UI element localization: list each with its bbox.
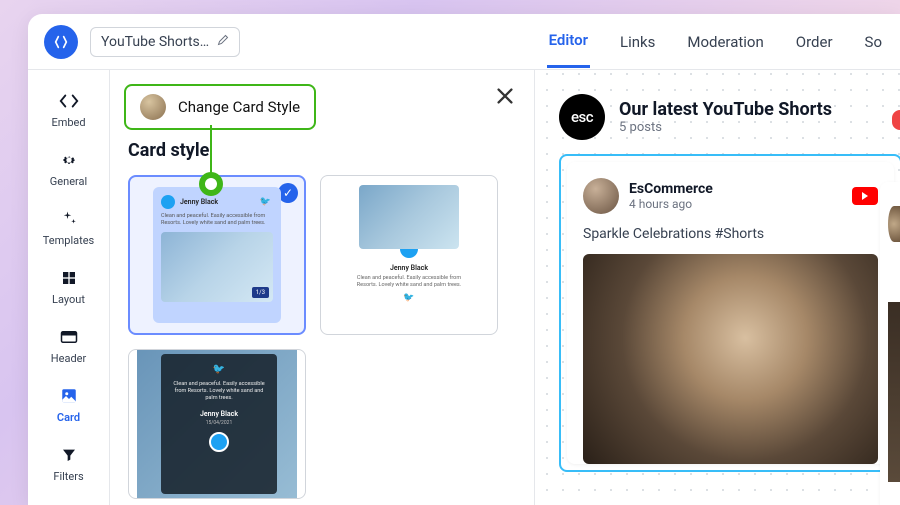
preview-card-next[interactable] [880, 182, 900, 505]
avatar [140, 94, 166, 120]
sidebar-item-embed[interactable]: Embed [28, 82, 109, 137]
main-area: Embed General Templates Layout Header Ca… [28, 70, 900, 505]
sidebar-item-label: General [50, 175, 87, 188]
card-style-option-3[interactable]: 🐦 Clean and peaceful. Easily accessible … [128, 349, 306, 499]
tab-moderation[interactable]: Moderation [685, 17, 765, 67]
image-icon [58, 385, 80, 407]
avatar [888, 206, 900, 242]
avatar [209, 432, 229, 452]
mock-text: Clean and peaceful. Easily accessible fr… [161, 213, 273, 227]
preview-header: esc Our latest YouTube Shorts 5 posts [559, 94, 900, 140]
youtube-icon [852, 187, 878, 205]
sidebar-item-label: Header [51, 352, 86, 365]
sidebar-item-card[interactable]: Card [28, 377, 109, 432]
twitter-icon: 🐦 [260, 197, 271, 207]
card-caption: Sparkle Celebrations #Shorts [583, 226, 878, 242]
mock-image: 1/3 [161, 232, 273, 302]
twitter-icon: 🐦 [213, 364, 225, 375]
preview-pane: esc Our latest YouTube Shorts 5 posts Es… [535, 70, 900, 505]
mock-name: Jenny Black [390, 264, 428, 272]
feed-name-input[interactable]: YouTube Shorts… [90, 27, 240, 57]
pencil-icon[interactable] [217, 34, 229, 50]
card-style-option-2[interactable]: Jenny Black Clean and peaceful. Easily a… [320, 175, 498, 335]
mock-image [359, 185, 459, 249]
feed-name-text: YouTube Shorts… [101, 34, 209, 50]
filter-icon [58, 444, 80, 466]
layout-icon [58, 267, 80, 289]
sidebar-item-label: Embed [51, 116, 85, 129]
sidebar-item-general[interactable]: General [28, 141, 109, 196]
mock-text: Clean and peaceful. Easily accessible fr… [171, 381, 267, 402]
tab-editor[interactable]: Editor [547, 15, 590, 68]
card-style-option-1[interactable]: ✓ 🐦 Jenny Black Clean and peaceful. Easi… [128, 175, 306, 335]
card-media[interactable] [583, 254, 878, 464]
card-preview: 🐦 Jenny Black Clean and peaceful. Easily… [153, 187, 281, 323]
sparkle-icon [58, 208, 80, 230]
card-username: EsCommerce [629, 181, 713, 197]
mock-date: 15/04/2021 [206, 420, 233, 426]
close-icon[interactable] [494, 84, 516, 114]
callout-dot [199, 172, 223, 196]
mock-name: Jenny Black [200, 410, 238, 418]
sidebar-item-layout[interactable]: Layout [28, 259, 109, 314]
mock-name: Jenny Black [180, 198, 218, 206]
sidebar-item-label: Card [57, 411, 80, 424]
card-preview: Jenny Black Clean and peaceful. Easily a… [341, 185, 477, 325]
twitter-icon: 🐦 [403, 293, 414, 303]
sidebar-item-filters[interactable]: Filters [28, 436, 109, 491]
badge-icon [892, 110, 900, 130]
callout-text: Change Card Style [178, 98, 300, 116]
preview-title: Our latest YouTube Shorts [619, 99, 832, 120]
card-timestamp: 4 hours ago [629, 197, 713, 211]
card-preview: 🐦 Clean and peaceful. Easily accessible … [137, 349, 297, 499]
topbar: YouTube Shorts… Editor Links Moderation … [28, 14, 900, 70]
card-style-grid: ✓ 🐦 Jenny Black Clean and peaceful. Easi… [128, 175, 516, 499]
panel-body: Card style ✓ 🐦 Jenny Black Clean and pea… [110, 70, 534, 499]
preview-subtitle: 5 posts [619, 120, 832, 135]
editor-panel: Change Card Style Card style ✓ 🐦 [110, 70, 535, 505]
mock-text: Clean and peaceful. Easily accessible fr… [341, 275, 477, 289]
gear-icon [58, 149, 80, 171]
avatar [583, 178, 619, 214]
check-icon: ✓ [278, 183, 298, 203]
image-count-badge: 1/3 [252, 287, 269, 298]
sidebar-item-label: Templates [43, 234, 94, 247]
sidebar-item-label: Filters [53, 470, 83, 483]
left-sidebar: Embed General Templates Layout Header Ca… [28, 70, 110, 505]
preview-card: EsCommerce 4 hours ago Sparkle Celebrati… [567, 162, 894, 464]
top-tabs: Editor Links Moderation Order So [547, 15, 884, 68]
panel-title: Card style [128, 140, 516, 161]
app-logo-icon[interactable] [44, 25, 78, 59]
card-header: EsCommerce 4 hours ago [583, 178, 878, 214]
mock-overlay: 🐦 Clean and peaceful. Easily accessible … [161, 354, 277, 494]
sidebar-item-header[interactable]: Header [28, 318, 109, 373]
app-window: YouTube Shorts… Editor Links Moderation … [28, 14, 900, 505]
preview-card-selected[interactable]: EsCommerce 4 hours ago Sparkle Celebrati… [559, 154, 900, 472]
avatar [161, 195, 175, 209]
code-icon [58, 90, 80, 112]
brand-logo: esc [559, 94, 605, 140]
tab-order[interactable]: Order [794, 17, 835, 67]
card-media [888, 302, 900, 482]
header-icon [58, 326, 80, 348]
sidebar-item-templates[interactable]: Templates [28, 200, 109, 255]
tab-links[interactable]: Links [618, 17, 657, 67]
tab-more[interactable]: So [863, 17, 884, 67]
tutorial-callout: Change Card Style [124, 84, 316, 130]
sidebar-item-label: Layout [52, 293, 85, 306]
